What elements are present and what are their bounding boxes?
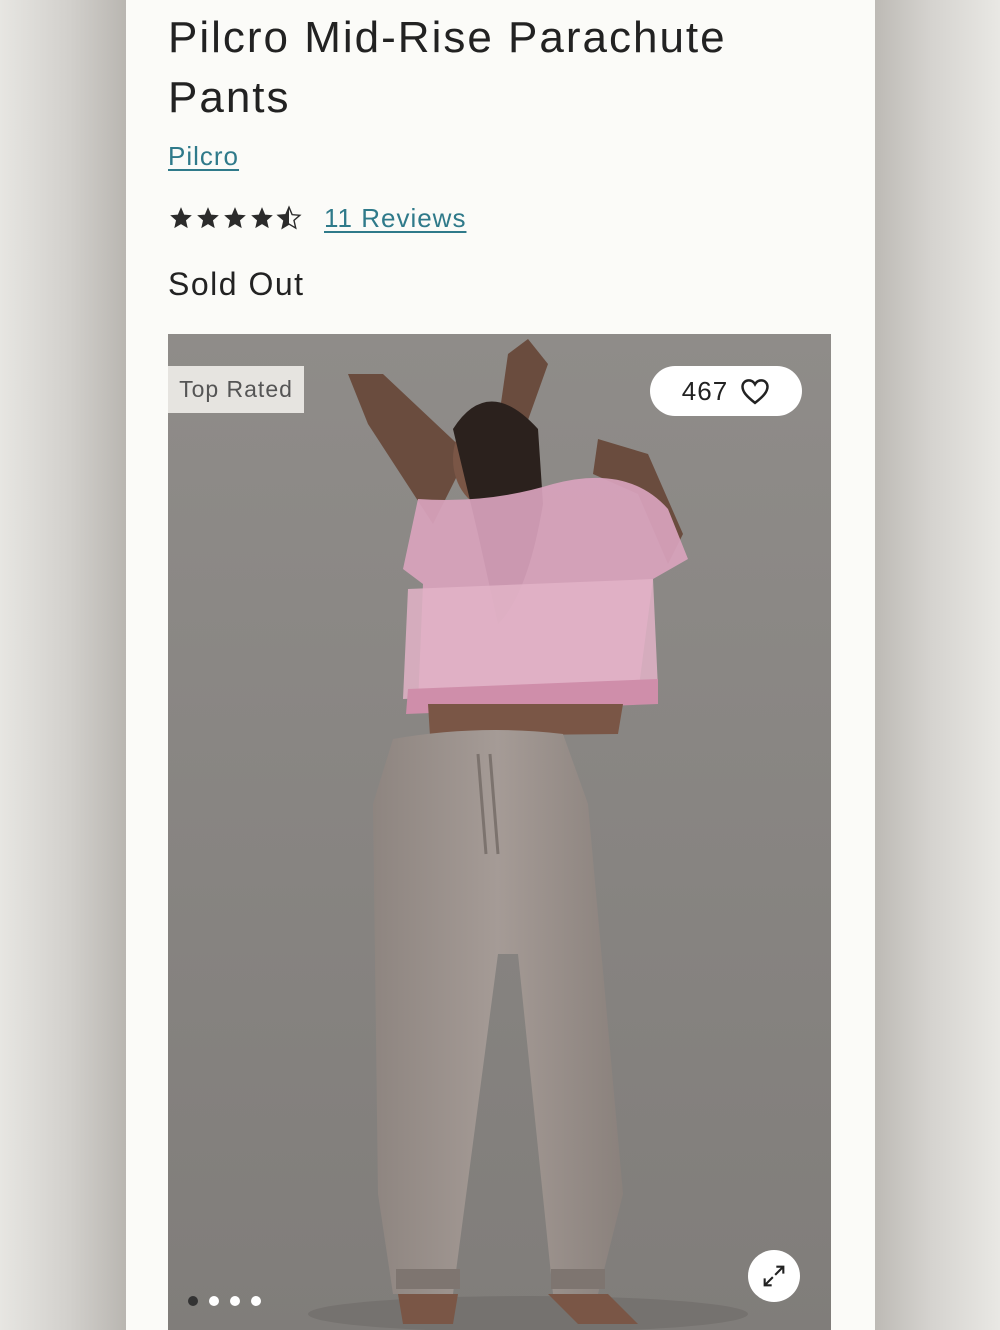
expand-icon <box>763 1265 785 1287</box>
favorites-count: 467 <box>681 375 729 406</box>
heart-icon <box>741 379 769 405</box>
product-page: Pilcro Mid-Rise Parachute Pants Pilcro 1… <box>126 0 875 1330</box>
carousel-dot[interactable] <box>188 1296 198 1306</box>
carousel-indicators <box>188 1296 261 1306</box>
favorite-button[interactable]: 467 <box>650 366 802 416</box>
star-icon <box>224 207 246 229</box>
product-photo <box>168 334 831 1330</box>
star-icon <box>197 207 219 229</box>
expand-button[interactable] <box>748 1250 800 1302</box>
star-rating <box>168 205 302 231</box>
reviews-link[interactable]: 11 Reviews <box>324 203 466 234</box>
top-rated-badge: Top Rated <box>168 366 304 413</box>
background-left <box>0 0 126 1330</box>
rating-row: 11 Reviews <box>168 198 466 238</box>
star-icon <box>170 207 192 229</box>
stock-status: Sold Out <box>168 266 305 302</box>
brand-link[interactable]: Pilcro <box>168 141 239 172</box>
half-star-icon <box>276 205 302 230</box>
product-image-gallery[interactable]: Top Rated 467 <box>168 334 831 1330</box>
carousel-dot[interactable] <box>209 1296 219 1306</box>
carousel-dot[interactable] <box>230 1296 240 1306</box>
product-title: Pilcro Mid-Rise Parachute Pants <box>168 13 727 122</box>
star-icon <box>251 207 273 229</box>
carousel-dot[interactable] <box>251 1296 261 1306</box>
background-right <box>875 0 1000 1330</box>
